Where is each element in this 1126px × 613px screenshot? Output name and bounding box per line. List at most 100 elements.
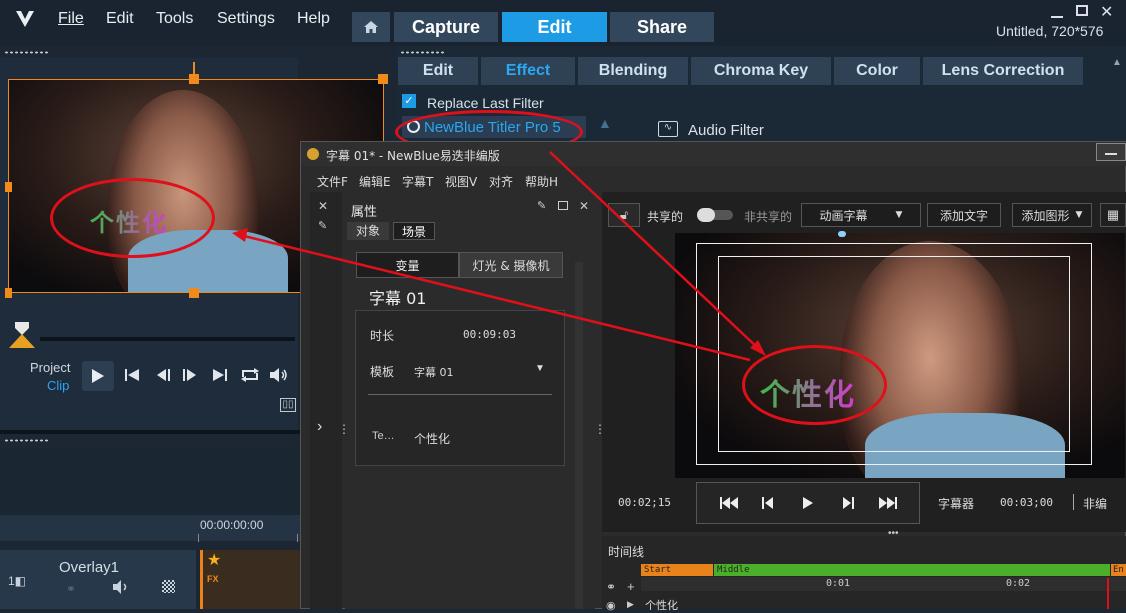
project-mode-label[interactable]: Project	[30, 360, 70, 375]
next-frame-button[interactable]	[182, 366, 198, 387]
subtab-edit[interactable]: Edit	[398, 57, 478, 85]
player-mode[interactable]: 字幕器	[938, 495, 974, 512]
go-to-start-button[interactable]	[124, 366, 140, 387]
minimize-button[interactable]	[1050, 6, 1064, 18]
menu-edit[interactable]: Edit	[106, 10, 134, 28]
filter-move-up[interactable]: ▲	[598, 115, 612, 131]
menu-settings[interactable]: Settings	[217, 10, 275, 28]
tab-object[interactable]: 对象	[347, 222, 389, 240]
panel-grip[interactable]	[4, 51, 50, 54]
text-field-value[interactable]: 个性化	[414, 430, 450, 447]
rotation-handle[interactable]	[193, 62, 195, 76]
add-shape-button[interactable]: 添加图形 ▼	[1012, 203, 1092, 227]
nb-menu-title[interactable]: 字幕T	[402, 173, 433, 190]
float-panel-icon[interactable]	[558, 201, 568, 210]
newblue-minimize[interactable]	[1096, 143, 1126, 161]
previous-frame-button[interactable]	[156, 366, 172, 387]
volume-button[interactable]	[269, 366, 289, 387]
add-text-button[interactable]: 添加文字	[927, 203, 1001, 227]
next-frame-button[interactable]	[842, 496, 854, 514]
close-window-button[interactable]: ✕	[1100, 2, 1113, 22]
skip-end-icon	[879, 497, 897, 509]
timeline-middle-bar[interactable]: Middle	[714, 564, 1110, 576]
subtab-effect[interactable]: Effect	[481, 57, 575, 85]
visibility-icon[interactable]: ◉	[606, 599, 616, 612]
selection-handle[interactable]	[5, 182, 12, 192]
shared-label: 共享的	[647, 210, 684, 224]
menu-tools[interactable]: Tools	[156, 10, 193, 28]
clip-mode-label[interactable]: Clip	[47, 378, 69, 393]
duration-value[interactable]: 00:09:03	[463, 328, 516, 341]
play-button[interactable]	[82, 361, 114, 391]
nb-play-button[interactable]	[803, 496, 813, 514]
effect-scroll-up[interactable]: ▲	[1112, 57, 1122, 68]
grid-icon[interactable]: ▦	[1100, 203, 1126, 227]
selection-handle[interactable]	[189, 288, 199, 298]
tab-edit[interactable]: Edit	[502, 12, 607, 42]
maximize-button[interactable]	[1076, 5, 1088, 16]
tab-capture[interactable]: Capture	[394, 12, 498, 42]
link-icon[interactable]: ⚭	[66, 582, 76, 596]
close-panel-icon[interactable]: ✕	[318, 199, 328, 213]
pin-panel-icon[interactable]: ✎	[537, 199, 546, 212]
project-info: Untitled, 720*576	[996, 23, 1104, 39]
animation-select[interactable]: 动画字幕 ▼	[801, 203, 921, 227]
playhead[interactable]	[1107, 578, 1109, 609]
chevron-down-icon[interactable]: ▼	[535, 363, 545, 374]
track-audio-icon[interactable]	[112, 580, 130, 599]
newblue-logo	[307, 148, 319, 160]
first-frame-button[interactable]	[720, 496, 738, 514]
tab-share[interactable]: Share	[610, 12, 714, 42]
nb-menu-file[interactable]: 文件F	[317, 173, 348, 190]
shared-toggle[interactable]	[697, 208, 733, 222]
expand-arrow-icon[interactable]: ›	[317, 418, 322, 436]
selection-handle[interactable]	[5, 288, 12, 298]
menu-file[interactable]: File	[58, 10, 84, 28]
tab-lights-camera[interactable]: 灯光 & 摄像机	[459, 252, 563, 278]
annotation-circle	[742, 345, 887, 425]
menu-help[interactable]: Help	[297, 10, 330, 28]
nb-menu-help[interactable]: 帮助H	[525, 173, 558, 190]
nb-menu-align[interactable]: 对齐	[489, 173, 513, 190]
last-frame-button[interactable]	[879, 496, 897, 514]
tab-variables[interactable]: 变量	[356, 252, 459, 278]
annotation-circle	[50, 178, 215, 258]
audio-filter-button[interactable]: Audio Filter	[688, 122, 764, 139]
subtab-blending[interactable]: Blending	[578, 57, 688, 85]
scrubber-handle[interactable]	[7, 320, 37, 355]
scrubber-track[interactable]	[40, 337, 295, 341]
add-track-button[interactable]: +	[627, 579, 635, 594]
pin-icon[interactable]: ✎	[318, 219, 327, 232]
timeline-toolbar	[0, 448, 300, 516]
nb-menu-edit[interactable]: 编辑E	[359, 173, 391, 190]
expand-track-icon[interactable]: ▶	[627, 599, 634, 610]
home-icon	[364, 21, 378, 33]
edit-mode[interactable]: 非编	[1083, 495, 1107, 512]
canvas-anchor[interactable]	[838, 231, 846, 237]
nb-menu-view[interactable]: 视图V	[445, 173, 477, 190]
next-frame-icon	[183, 369, 196, 381]
subtab-lens-correction[interactable]: Lens Correction	[923, 57, 1083, 85]
effect-grip[interactable]	[400, 51, 446, 54]
replace-filter-checkbox[interactable]: ✓	[402, 94, 416, 108]
link-icon[interactable]: ⚭	[606, 580, 616, 594]
go-to-end-button[interactable]	[212, 366, 228, 387]
timeline-start-bar[interactable]: Start	[641, 564, 713, 576]
selection-handle[interactable]	[378, 74, 388, 84]
home-button[interactable]	[352, 12, 390, 42]
lock-button[interactable]: 🔓︎	[608, 203, 640, 227]
properties-scrollbar[interactable]	[575, 262, 583, 609]
tab-scene[interactable]: 场景	[393, 222, 435, 240]
track-grid-icon[interactable]	[162, 580, 175, 593]
mode-divider	[1073, 494, 1074, 510]
subtab-color[interactable]: Color	[834, 57, 920, 85]
timeline-grip[interactable]	[4, 439, 50, 442]
repeat-button[interactable]	[240, 366, 260, 387]
prev-frame-button[interactable]	[762, 496, 774, 514]
aspect-toggle[interactable]: ▯▯	[280, 398, 296, 412]
overlay-clip[interactable]: ★ FX	[200, 550, 300, 609]
subtab-chroma-key[interactable]: Chroma Key	[691, 57, 831, 85]
template-select[interactable]: 字幕 01	[414, 364, 454, 380]
close-properties-icon[interactable]: ✕	[579, 199, 589, 213]
timeline-end-bar[interactable]: En	[1111, 564, 1126, 576]
